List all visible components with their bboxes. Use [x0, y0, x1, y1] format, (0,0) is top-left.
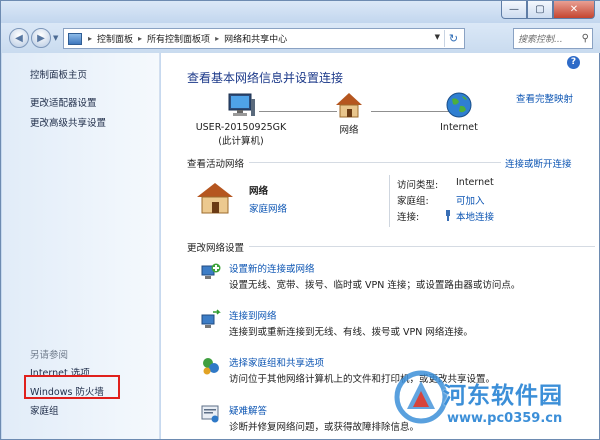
watermark-logo — [394, 370, 448, 424]
home-network-icon — [197, 183, 233, 214]
sidebar-home-link[interactable]: 控制面板主页 — [30, 67, 87, 81]
recent-pages-dropdown-icon[interactable]: ▼ — [53, 34, 58, 42]
search-icon[interactable]: ⚲ — [582, 33, 592, 44]
maximize-icon[interactable]: ▢ — [527, 1, 553, 19]
minimize-icon[interactable]: — — [501, 1, 527, 19]
troubleshoot-desc: 诊断并修复网络问题，或获得故障排除信息。 — [229, 422, 420, 433]
troubleshoot-icon — [201, 405, 219, 423]
network-node-network[interactable]: 网络 — [324, 91, 374, 136]
local-connection-link[interactable]: 本地连接 — [456, 209, 494, 223]
breadcrumb-control-panel[interactable]: 控制面板 — [94, 32, 136, 45]
close-icon[interactable]: ✕ — [553, 1, 595, 19]
network-node-internet[interactable]: Internet — [431, 91, 487, 133]
address-dropdown-icon[interactable]: ▼ — [435, 33, 440, 41]
forward-icon[interactable]: ▶ — [31, 28, 51, 48]
globe-icon — [446, 92, 472, 118]
network-node-computer[interactable]: USER-20150925GK (此计算机) — [191, 91, 291, 147]
control-panel-icon — [68, 32, 82, 45]
network-sharing-center-window: — ▢ ✕ ◀ ▶ ▼ ▸ 控制面板 ▸ 所有控制面板项 ▸ 网络和共享中心 ▼… — [0, 0, 600, 440]
homegroup-label: 家庭组: — [397, 196, 429, 207]
refresh-icon[interactable]: ↻ — [444, 30, 462, 47]
task-connect-network: 连接到网络 连接到或重新连接到无线、有线、拨号或 VPN 网络连接。 — [201, 308, 597, 340]
address-toolbar: ◀ ▶ ▼ ▸ 控制面板 ▸ 所有控制面板项 ▸ 网络和共享中心 ▼ ↻ 搜索控… — [1, 23, 600, 53]
section-divider — [249, 162, 501, 163]
page-title: 查看基本网络信息并设置连接 — [187, 71, 344, 85]
breadcrumb-network-center[interactable]: 网络和共享中心 — [221, 32, 290, 45]
breadcrumb-all-items[interactable]: 所有控制面板项 — [144, 32, 213, 45]
computer-name-label: USER-20150925GK — [195, 122, 287, 133]
connect-disconnect-link[interactable]: 连接或断开连接 — [505, 156, 572, 170]
section-divider — [249, 246, 595, 247]
help-icon[interactable]: ? — [567, 56, 580, 69]
computer-icon — [228, 93, 255, 116]
title-bar: — ▢ ✕ — [1, 1, 600, 23]
breadcrumb-separator-icon[interactable]: ▸ — [136, 34, 144, 43]
address-field[interactable]: ▸ 控制面板 ▸ 所有控制面板项 ▸ 网络和共享中心 ▼ ↻ — [63, 28, 465, 49]
new-connection-icon — [201, 263, 221, 279]
breadcrumb-separator-icon[interactable]: ▸ — [213, 34, 221, 43]
troubleshoot-link[interactable]: 疑难解答 — [229, 403, 267, 417]
connect-to-network-desc: 连接到或重新连接到无线、有线、拨号或 VPN 网络连接。 — [229, 327, 473, 338]
ethernet-icon — [446, 210, 450, 221]
active-networks-heading: 查看活动网络 — [187, 159, 245, 170]
task-new-connection: 设置新的连接或网络 设置无线、宽带、拨号、临时或 VPN 连接；或设置路由器或访… — [201, 261, 597, 293]
window-controls: — ▢ ✕ — [501, 1, 595, 19]
change-settings-heading: 更改网络设置 — [187, 243, 245, 254]
breadcrumb-separator-icon[interactable]: ▸ — [86, 34, 94, 43]
watermark-url: www.pc0359.cn — [447, 411, 563, 426]
network-node-label: 网络 — [339, 125, 359, 136]
access-type-label: 访问类型: — [397, 180, 439, 191]
connections-label: 连接: — [397, 212, 420, 223]
network-type-link[interactable]: 家庭网络 — [249, 201, 287, 215]
search-field[interactable]: 搜索控制... ⚲ — [513, 28, 593, 49]
watermark-text: 河东软件园 — [443, 383, 563, 409]
network-name: 网络 — [249, 186, 269, 197]
homegroup-icon — [203, 358, 219, 375]
house-icon — [336, 93, 362, 118]
connect-network-icon — [201, 309, 221, 328]
internet-node-label: Internet — [440, 122, 478, 133]
setup-new-connection-desc: 设置无线、宽带、拨号、临时或 VPN 连接；或设置路由器或访问点。 — [229, 280, 521, 291]
connect-to-network-link[interactable]: 连接到网络 — [229, 308, 277, 322]
network-details-divider — [389, 175, 390, 227]
sidebar-homegroup-link[interactable]: 家庭组 — [30, 403, 59, 417]
sidebar: 控制面板主页 更改适配器设置 更改高级共享设置 另请参阅 Internet 选项… — [2, 53, 160, 439]
sidebar-change-adapter-link[interactable]: 更改适配器设置 — [30, 95, 97, 109]
access-type-value: Internet — [456, 177, 494, 188]
see-also-heading: 另请参阅 — [30, 350, 69, 361]
sidebar-change-sharing-link[interactable]: 更改高级共享设置 — [30, 115, 106, 129]
homegroup-sharing-link[interactable]: 选择家庭组和共享选项 — [229, 355, 324, 369]
setup-new-connection-link[interactable]: 设置新的连接或网络 — [229, 261, 315, 275]
computer-sublabel: (此计算机) — [218, 136, 264, 147]
homegroup-join-link[interactable]: 可加入 — [456, 193, 485, 207]
highlight-box — [24, 375, 120, 399]
view-full-map-link[interactable]: 查看完整映射 — [516, 91, 573, 105]
back-icon[interactable]: ◀ — [9, 28, 29, 48]
search-placeholder[interactable]: 搜索控制... — [514, 32, 582, 45]
